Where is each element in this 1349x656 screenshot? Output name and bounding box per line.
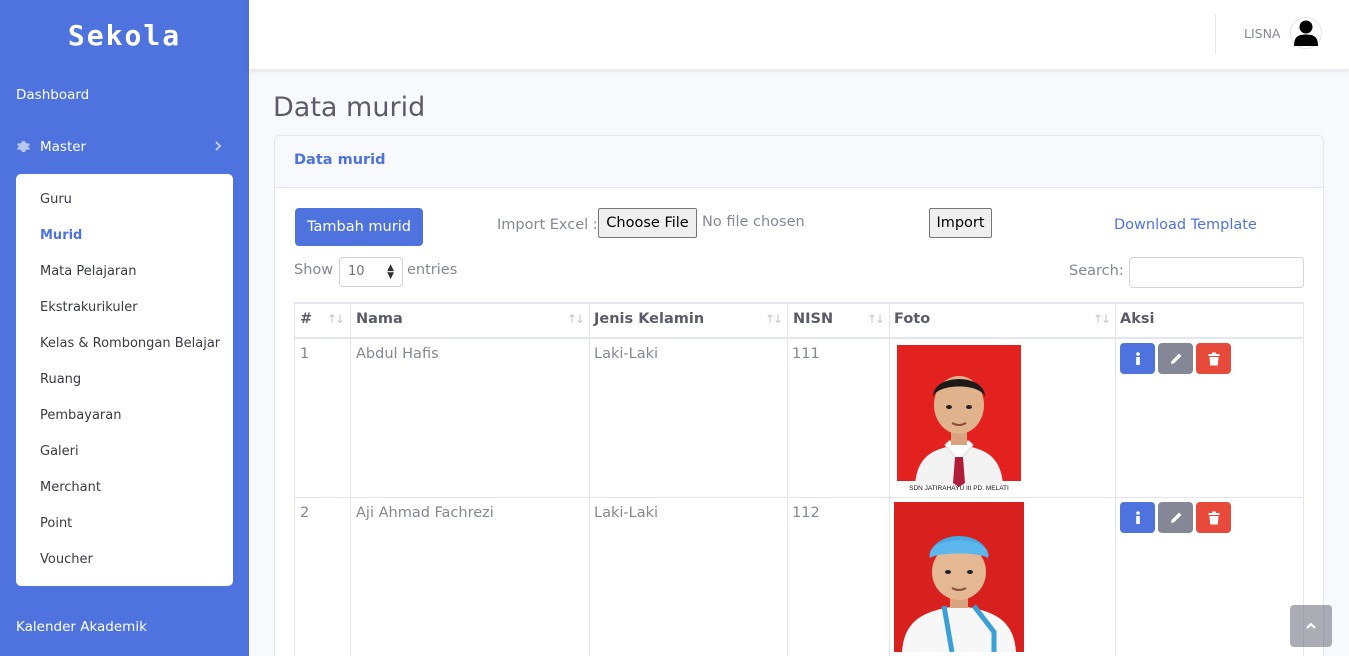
column-header-nisn[interactable]: NISN [793, 311, 833, 327]
trash-icon [1208, 511, 1219, 524]
column-header-foto[interactable]: Foto [894, 311, 930, 327]
download-template-link[interactable]: Download Template [1114, 217, 1257, 233]
student-gender: Laki-Laki [594, 505, 659, 521]
brand[interactable]: Sekola [0, 0, 249, 70]
sidebar-item-master[interactable]: Master [16, 139, 222, 155]
column-header-jenis-kelamin[interactable]: Jenis Kelamin [594, 311, 704, 327]
student-nisn: 111 [792, 346, 820, 362]
chevron-right-icon [214, 140, 222, 155]
import-excel-label: Import Excel : [497, 217, 598, 233]
student-name: Aji Ahmad Fachrezi [356, 505, 494, 521]
card-header: Data murid [275, 136, 1323, 188]
sidebar: Sekola Dashboard Master Guru Murid Mata … [0, 0, 249, 656]
chevron-up-icon [1306, 622, 1316, 629]
sort-icon[interactable]: ↑↓ [867, 312, 885, 326]
edit-button[interactable] [1158, 343, 1193, 374]
column-header-nama[interactable]: Nama [356, 311, 403, 327]
edit-button[interactable] [1158, 502, 1193, 533]
topbar: LISNA [249, 0, 1349, 69]
search-input[interactable] [1129, 257, 1304, 288]
sort-icon[interactable]: ↑↓ [765, 312, 783, 326]
sidebar-item-galeri[interactable]: Galeri [40, 444, 79, 459]
delete-button[interactable] [1196, 502, 1231, 533]
table-top-border [294, 302, 1304, 304]
detail-button[interactable] [1120, 343, 1155, 374]
student-name: Abdul Hafis [356, 346, 439, 362]
entries-value: 10 [348, 264, 365, 279]
user-icon[interactable] [1290, 17, 1322, 49]
select-arrows-icon: ▲ ▼ [387, 263, 394, 281]
table-col-border [1303, 302, 1304, 656]
sort-icon[interactable]: ↑↓ [1093, 312, 1111, 326]
student-photo: SDN JATIRAHAYU III PD. MELATI [897, 345, 1021, 494]
column-header-number[interactable]: # [300, 311, 312, 327]
student-nisn: 112 [792, 505, 820, 521]
scroll-to-top-button[interactable] [1290, 605, 1332, 647]
sidebar-item-master-label: Master [40, 139, 87, 155]
sidebar-item-point[interactable]: Point [40, 516, 72, 531]
gear-icon [16, 139, 32, 155]
sidebar-item-kelas[interactable]: Kelas & Rombongan Belajar [40, 336, 220, 351]
student-photo [894, 502, 1024, 652]
row-number: 1 [300, 346, 310, 362]
sort-icon[interactable]: ↑↓ [567, 312, 585, 326]
sidebar-item-pembayaran[interactable]: Pembayaran [40, 408, 121, 423]
detail-button[interactable] [1120, 502, 1155, 533]
sidebar-item-merchant[interactable]: Merchant [40, 480, 101, 495]
table-row-border [294, 497, 1304, 498]
student-gender: Laki-Laki [594, 346, 659, 362]
sidebar-item-ekstrakurikuler[interactable]: Ekstrakurikuler [40, 300, 138, 315]
page-title: Data murid [273, 92, 426, 123]
student-table: # ↑↓ Nama ↑↓ Jenis Kelamin ↑↓ NISN ↑↓ Fo… [294, 302, 1304, 656]
search-label: Search: [1069, 263, 1124, 279]
column-header-aksi: Aksi [1120, 311, 1155, 327]
sidebar-item-murid[interactable]: Murid [40, 228, 82, 243]
table-header-border [294, 337, 1304, 339]
table-col-border [294, 302, 295, 656]
photo-caption: SDN JATIRAHAYU III PD. MELATI [909, 485, 1009, 492]
pencil-icon [1170, 353, 1181, 364]
row-number: 2 [300, 505, 310, 521]
sidebar-item-mata-pelajaran[interactable]: Mata Pelajaran [40, 264, 136, 279]
entries-label: entries [407, 262, 458, 278]
table-col-border [889, 302, 890, 656]
sidebar-item-dashboard[interactable]: Dashboard [16, 87, 89, 103]
info-icon [1135, 510, 1140, 524]
pencil-icon [1170, 512, 1181, 523]
show-label: Show [294, 262, 334, 278]
table-col-border [787, 302, 788, 656]
brand-name[interactable]: Sekola [68, 19, 181, 52]
import-button[interactable]: Import [929, 208, 992, 238]
sort-icon[interactable]: ↑↓ [327, 312, 345, 326]
master-submenu: Guru Murid Mata Pelajaran Ekstrakurikule… [16, 174, 233, 586]
trash-icon [1208, 352, 1219, 365]
table-col-border [350, 302, 351, 656]
topbar-divider [1215, 14, 1216, 54]
delete-button[interactable] [1196, 343, 1231, 374]
file-status: No file chosen [702, 214, 805, 230]
sidebar-item-voucher[interactable]: Voucher [40, 552, 93, 567]
table-col-border [1115, 302, 1116, 656]
user-name[interactable]: LISNA [1244, 26, 1281, 41]
sidebar-item-kalender-akademik[interactable]: Kalender Akademik [16, 619, 147, 635]
choose-file-button[interactable]: Choose File [598, 208, 697, 238]
entries-select[interactable]: 10 ▲ ▼ [339, 257, 403, 287]
info-icon [1135, 351, 1140, 365]
table-col-border [589, 302, 590, 656]
add-student-button[interactable]: Tambah murid [295, 208, 423, 246]
sidebar-item-guru[interactable]: Guru [40, 192, 72, 207]
sidebar-item-ruang[interactable]: Ruang [40, 372, 81, 387]
